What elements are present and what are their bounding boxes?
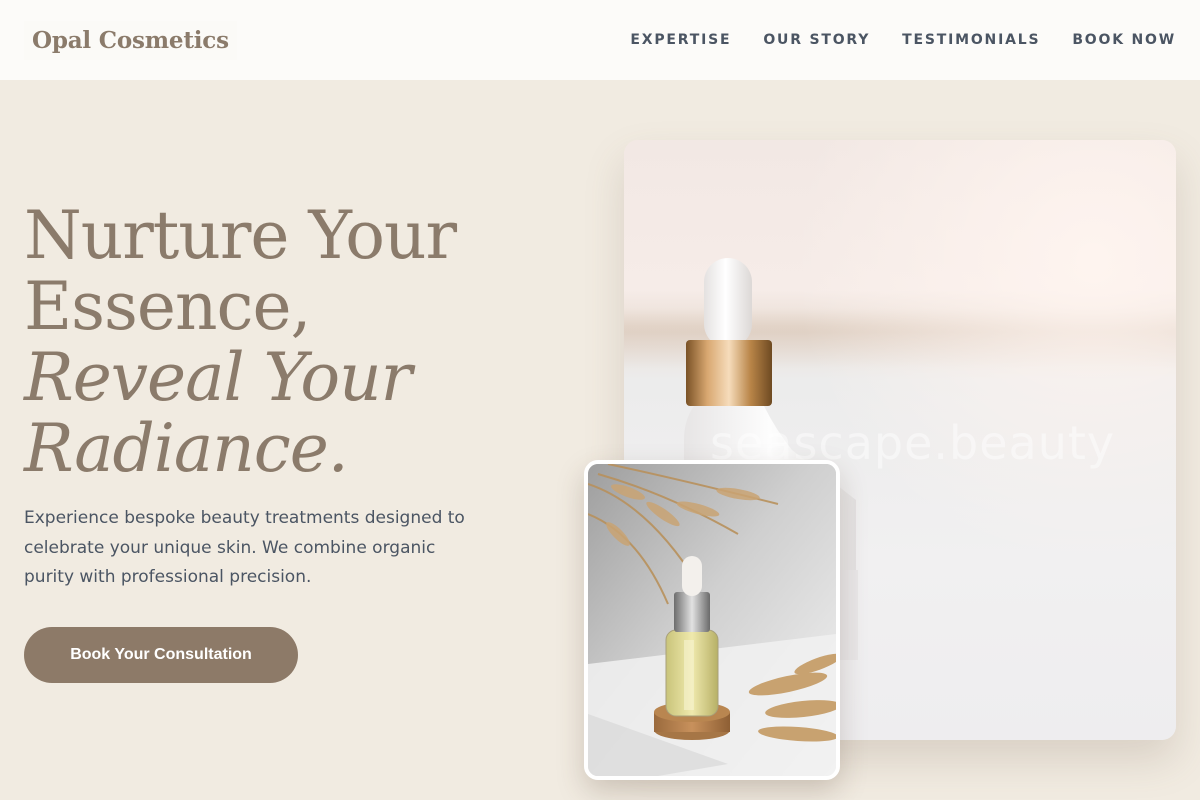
hero-title-italic-line: Radiance.: [24, 410, 349, 487]
serum-bottle-illustration: [588, 464, 836, 776]
nav-link-testimonials[interactable]: TESTIMONIALS: [902, 32, 1040, 48]
book-consultation-button[interactable]: Book Your Consultation: [24, 626, 298, 683]
nav-link-book-now[interactable]: BOOK NOW: [1072, 32, 1176, 48]
nav-link-our-story[interactable]: OUR STORY: [763, 32, 870, 48]
hero-content: Nurture Your Essence, Reveal Your Radian…: [24, 200, 544, 683]
hero-secondary-image: [584, 460, 840, 780]
brand-logo[interactable]: Opal Cosmetics: [24, 20, 237, 60]
hero-title-line: Nurture Your: [24, 197, 457, 274]
site-header: Opal Cosmetics EXPERTISE OUR STORY TESTI…: [0, 0, 1200, 80]
hero-title-italic-line: Reveal Your: [24, 339, 412, 416]
hero-title-line: Essence,: [24, 268, 312, 345]
main-nav: EXPERTISE OUR STORY TESTIMONIALS BOOK NO…: [630, 32, 1176, 48]
hero-title: Nurture Your Essence, Reveal Your Radian…: [24, 200, 544, 484]
nav-link-expertise[interactable]: EXPERTISE: [630, 32, 731, 48]
hero-description: Experience bespoke beauty treatments des…: [24, 508, 465, 587]
